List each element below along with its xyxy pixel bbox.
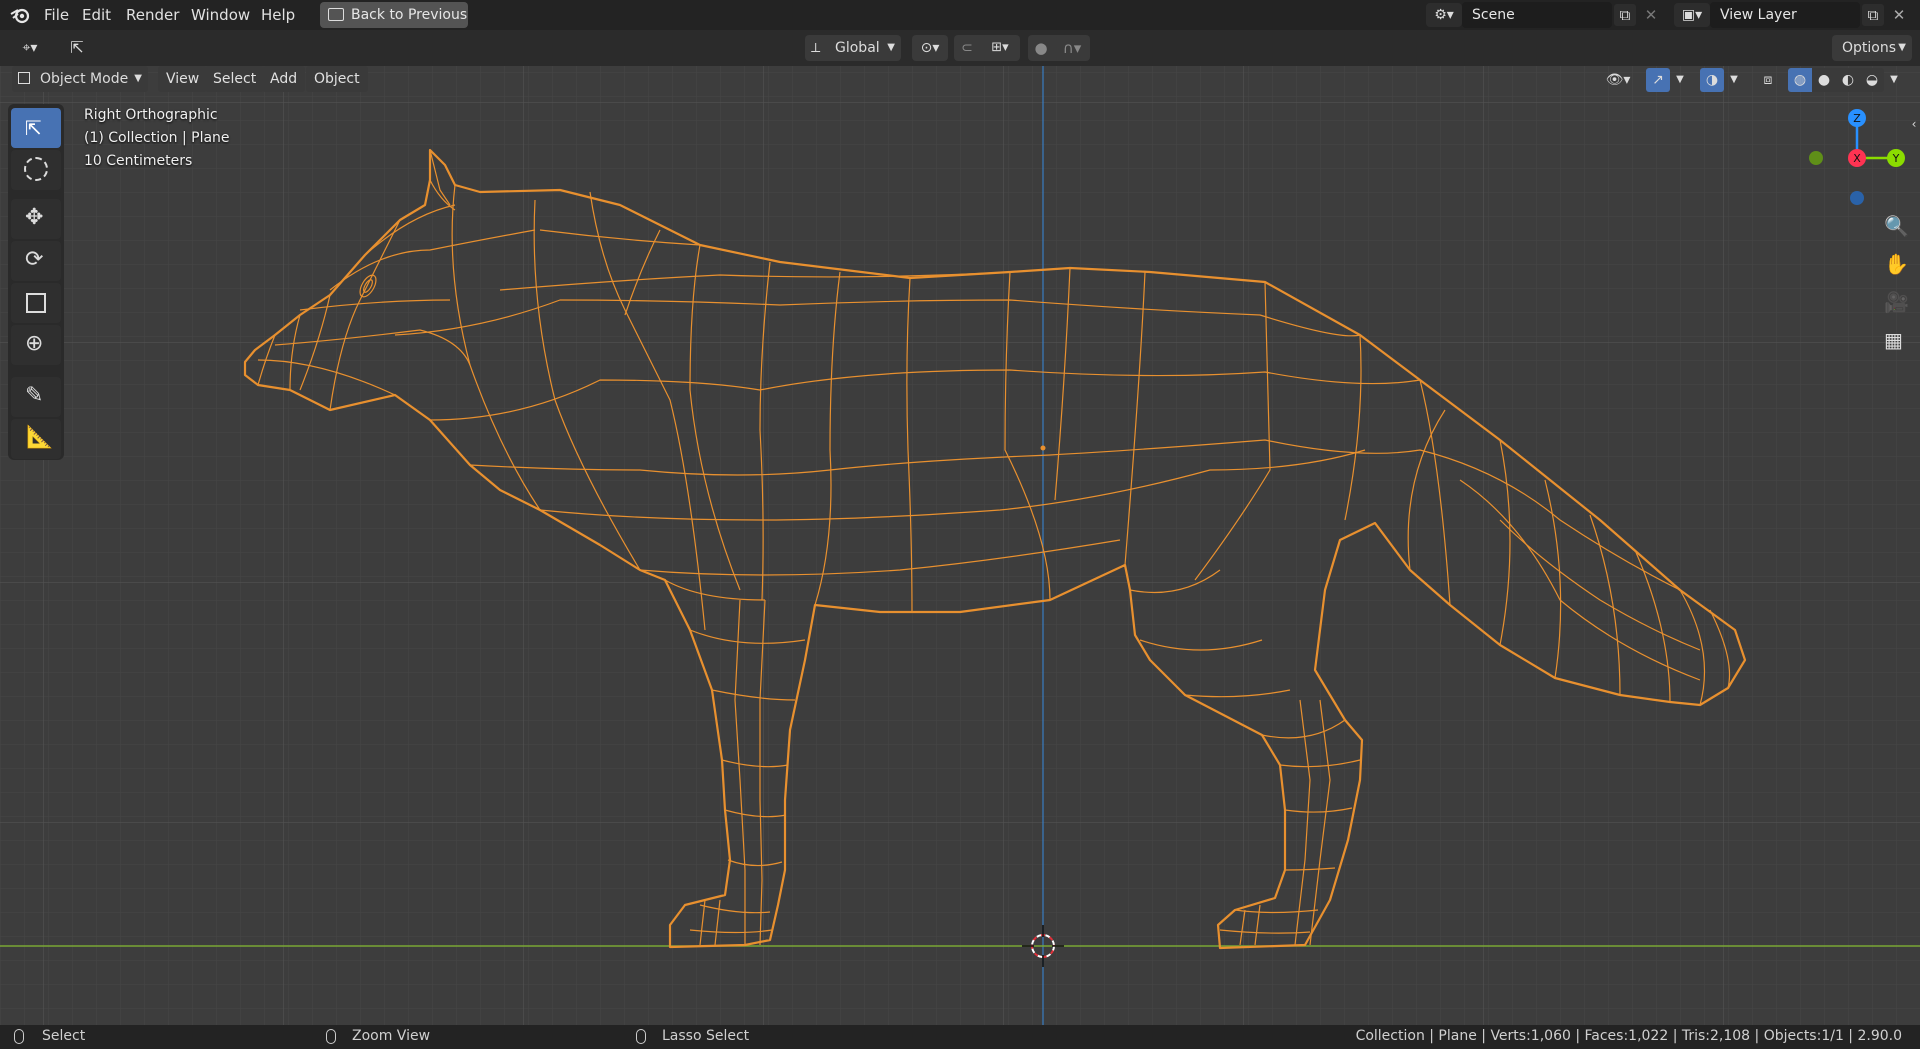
collection-text: (1) Collection | Plane: [84, 130, 230, 146]
menu-add[interactable]: Add: [262, 66, 306, 92]
zoom-view-button[interactable]: 🔍: [1876, 210, 1910, 244]
transform-tool[interactable]: ⊕: [11, 325, 61, 365]
orientation-label: Global: [835, 40, 880, 56]
view-layer-label: View Layer: [1720, 7, 1797, 23]
measure-tool[interactable]: 📐: [11, 419, 61, 459]
status-zoom: Zoom View: [352, 1028, 431, 1044]
chevron-down-icon: ▼: [887, 42, 895, 53]
chevron-down-icon: ▼: [134, 73, 142, 84]
menu-help[interactable]: Help: [261, 0, 295, 30]
status-bar: Select Zoom View Lasso Select Collection…: [0, 1025, 1920, 1049]
annotate-icon: ✎: [25, 383, 44, 408]
shading-dropdown-icon[interactable]: ▼: [1886, 68, 1902, 92]
mouse-right-icon: [636, 1029, 646, 1044]
grid-icon: ▦: [1884, 328, 1903, 352]
z-axis-label: Z: [1853, 112, 1861, 125]
measure-icon: 📐: [26, 425, 54, 450]
scale-icon: [26, 293, 46, 313]
select-box-tool[interactable]: ⇱: [11, 108, 61, 148]
delete-scene-icon[interactable]: ✕: [1640, 4, 1662, 26]
navigation-gizmo[interactable]: Z Y X: [1800, 100, 1910, 210]
snap-toggle-icon[interactable]: ⊂: [954, 35, 980, 61]
shading-wireframe-icon[interactable]: ◍: [1788, 68, 1812, 92]
status-lasso: Lasso Select: [662, 1028, 750, 1044]
cursor-tool[interactable]: [11, 150, 61, 190]
cursor-icon: [24, 157, 48, 181]
menu-render[interactable]: Render: [126, 0, 179, 30]
blender-logo-icon[interactable]: [10, 5, 32, 25]
scale-tool[interactable]: [11, 283, 61, 323]
object-mode-dropdown[interactable]: Object Mode ▼: [12, 66, 148, 92]
rotate-tool[interactable]: ⟳: [11, 241, 61, 281]
overlays-toggle-icon[interactable]: ◑: [1700, 68, 1724, 92]
scene-type-icon[interactable]: ⚙▾: [1426, 3, 1462, 27]
annotate-tool[interactable]: ✎: [11, 377, 61, 417]
proportional-editing-icon[interactable]: ●: [1028, 35, 1054, 61]
new-view-layer-icon[interactable]: ⧉: [1862, 4, 1884, 26]
move-tool[interactable]: ✥: [11, 199, 61, 239]
select-box-icon: ⇱: [25, 116, 42, 140]
object-mode-label: Object Mode: [40, 71, 129, 87]
hand-icon: ✋: [1884, 252, 1909, 276]
menu-window[interactable]: Window: [191, 0, 250, 30]
scene-label: Scene: [1472, 7, 1515, 23]
back-to-previous-label: Back to Previous: [351, 7, 468, 23]
object-origin: [1040, 445, 1046, 451]
menu-select[interactable]: Select: [205, 66, 265, 92]
menu-file[interactable]: File: [44, 0, 69, 30]
back-icon: [328, 8, 344, 21]
shading-rendered-icon[interactable]: ◒: [1860, 68, 1884, 92]
camera-icon: 🎥: [1884, 290, 1909, 314]
neg-z-axis-handle: [1850, 191, 1864, 205]
orientation-icon: ⟂: [811, 40, 821, 56]
menu-object[interactable]: Object: [306, 66, 368, 92]
zoom-icon: 🔍: [1884, 214, 1909, 238]
pivot-point-dropdown[interactable]: ⊙▾: [912, 35, 948, 61]
menu-view[interactable]: View: [158, 66, 208, 92]
view-name-text: Right Orthographic: [84, 107, 218, 123]
transform-orientation-dropdown[interactable]: ⟂ Global ▼: [805, 35, 901, 61]
xray-toggle-icon[interactable]: ⧈: [1756, 68, 1780, 92]
grid-scale-text: 10 Centimeters: [84, 153, 193, 169]
options-dropdown[interactable]: Options ▼: [1832, 35, 1912, 61]
gizmo-toggle-icon[interactable]: ↗: [1646, 68, 1670, 92]
back-to-previous-button[interactable]: Back to Previous: [320, 2, 468, 28]
tool-settings-header: ⌖▾ ⇱ ⟂ Global ▼ ⊙▾ ⊂ ⊞▾ ● ∩▾ Options ▼: [0, 30, 1920, 66]
neg-y-axis-handle: [1809, 151, 1823, 165]
top-menu-bar: File Edit Render Window Help Back to Pre…: [0, 0, 1920, 30]
move-icon: ✥: [25, 205, 44, 230]
options-label: Options: [1842, 40, 1897, 56]
visibility-dropdown[interactable]: 👁▾: [1600, 68, 1636, 92]
falloff-dropdown[interactable]: ∩▾: [1054, 35, 1090, 61]
editor-type-icon[interactable]: ⌖▾: [10, 36, 50, 60]
scene-field[interactable]: Scene: [1462, 2, 1612, 28]
status-select: Select: [42, 1028, 86, 1044]
transform-icon: ⊕: [25, 331, 44, 356]
select-tool-mode-icon[interactable]: ⇱: [64, 36, 90, 60]
pan-view-button[interactable]: ✋: [1876, 248, 1910, 282]
delete-view-layer-icon[interactable]: ✕: [1888, 4, 1910, 26]
y-axis-label: Y: [1892, 152, 1900, 165]
chevron-down-icon: ▼: [1898, 42, 1906, 53]
shading-material-icon[interactable]: ◐: [1836, 68, 1860, 92]
x-axis-label: X: [1853, 152, 1861, 165]
menu-edit[interactable]: Edit: [82, 0, 111, 30]
shading-solid-icon[interactable]: ●: [1812, 68, 1836, 92]
mouse-left-icon: [14, 1029, 24, 1044]
view-layer-field[interactable]: View Layer: [1710, 2, 1860, 28]
3d-viewport[interactable]: [0, 0, 1920, 1025]
new-scene-icon[interactable]: ⧉: [1614, 4, 1636, 26]
snap-element-dropdown[interactable]: ⊞▾: [980, 35, 1020, 61]
object-mode-icon: [18, 72, 30, 84]
overlays-dropdown-icon[interactable]: ▼: [1726, 68, 1742, 92]
gizmo-dropdown-icon[interactable]: ▼: [1672, 68, 1688, 92]
view-layer-type-icon[interactable]: ▣▾: [1674, 3, 1710, 27]
rotate-icon: ⟳: [25, 247, 44, 272]
camera-view-button[interactable]: 🎥: [1876, 286, 1910, 320]
mouse-middle-icon: [326, 1029, 336, 1044]
ortho-toggle-button[interactable]: ▦: [1876, 324, 1910, 358]
scene-statistics: Collection | Plane | Verts:1,060 | Faces…: [1355, 1028, 1902, 1044]
